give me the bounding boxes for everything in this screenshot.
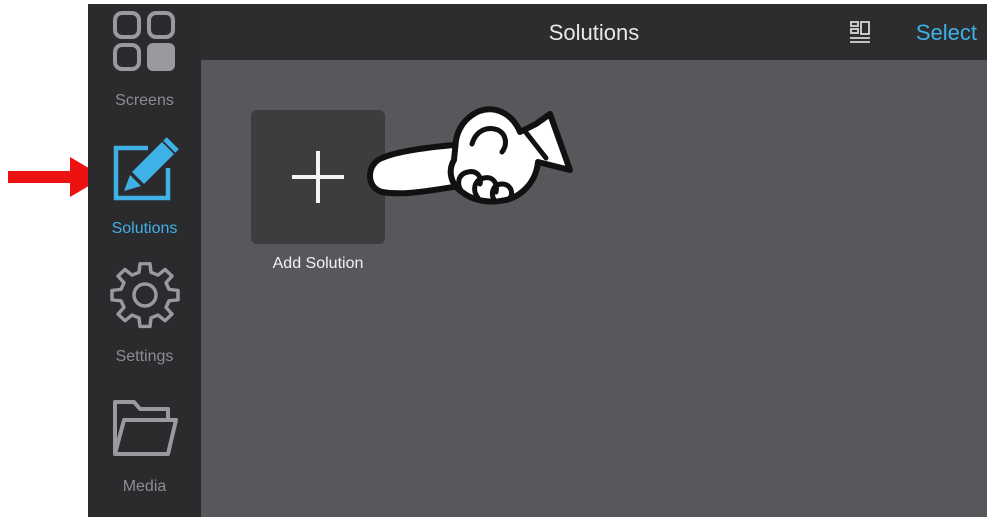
app-screen: Screens Solutions Settings Media Solutio… (88, 4, 987, 517)
select-button[interactable]: Select (916, 4, 977, 60)
sidebar-item-solutions[interactable]: Solutions (88, 132, 201, 252)
pointing-hand-icon (367, 106, 573, 205)
sidebar-item-label: Settings (115, 348, 174, 365)
sidebar-item-media[interactable]: Media (88, 388, 201, 508)
gear-icon (110, 262, 180, 329)
sidebar-item-label: Solutions (111, 220, 178, 237)
edit-pencil-icon (113, 137, 179, 201)
sidebar-item-screens[interactable]: Screens (88, 4, 201, 124)
add-solution-label: Add Solution (272, 255, 364, 272)
layout-toggle-icon[interactable] (849, 20, 871, 44)
sidebar-item-label: Screens (115, 92, 174, 109)
top-bar: Solutions Select (201, 4, 987, 60)
sidebar-item-settings[interactable]: Settings (88, 260, 201, 380)
screens-grid-icon (113, 11, 175, 71)
sidebar: Screens Solutions Settings Media (88, 4, 201, 517)
folder-icon (113, 400, 178, 456)
plus-icon (292, 151, 344, 203)
sidebar-item-label: Media (122, 478, 167, 495)
